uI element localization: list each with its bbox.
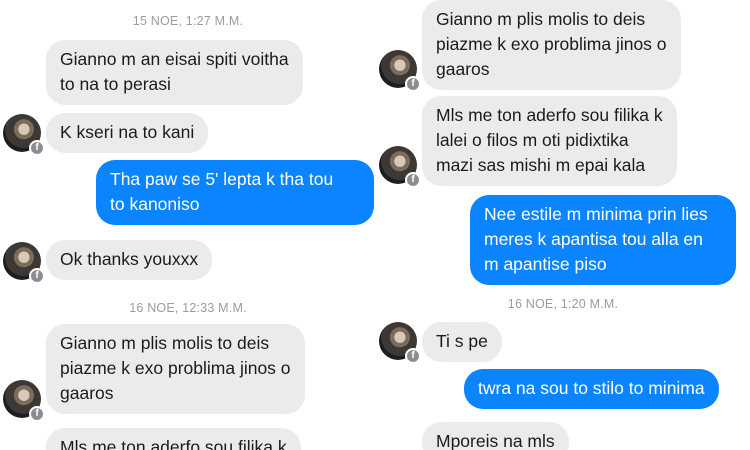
- outgoing-message[interactable]: Tha paw se 5' lepta k tha tou to kanonis…: [96, 160, 374, 225]
- facebook-icon: f: [405, 172, 421, 188]
- avatar[interactable]: f: [3, 380, 45, 422]
- incoming-message[interactable]: Ok thanks youxxx: [46, 240, 213, 280]
- facebook-icon: f: [29, 406, 45, 422]
- facebook-icon: f: [405, 348, 421, 364]
- timestamp: 16 ΝΟΕ, 12:33 Μ.Μ.: [129, 301, 247, 315]
- avatar[interactable]: f: [379, 50, 421, 92]
- chat-panel-right[interactable]: Gianno m plis molis to deis piazme k exo…: [376, 0, 750, 450]
- incoming-message[interactable]: Mls me ton aderfo sou filika k: [46, 428, 301, 450]
- avatar[interactable]: f: [379, 322, 421, 364]
- avatar[interactable]: f: [3, 114, 45, 156]
- avatar[interactable]: f: [3, 242, 45, 284]
- outgoing-message[interactable]: Nee estile m minima prin lies meres k ap…: [470, 195, 736, 285]
- incoming-message[interactable]: Mls me ton aderfo sou filika k lalei o f…: [422, 96, 677, 186]
- timestamp: 16 ΝΟΕ, 1:20 Μ.Μ.: [507, 297, 619, 311]
- facebook-icon: f: [29, 268, 45, 284]
- incoming-message[interactable]: Ti s pe: [422, 322, 502, 362]
- incoming-message[interactable]: Gianno m plis molis to deis piazme k exo…: [46, 324, 305, 414]
- panel-divider: [374, 0, 376, 450]
- incoming-message[interactable]: Mporeis na mls: [422, 422, 569, 450]
- avatar[interactable]: f: [379, 146, 421, 188]
- outgoing-message[interactable]: twra na sou to stilo to minima: [464, 369, 719, 409]
- incoming-message[interactable]: Gianno m plis molis to deis piazme k exo…: [422, 0, 681, 90]
- chat-panel-left[interactable]: 15 ΝΟΕ, 1:27 Μ.Μ. Gianno m an eisai spit…: [0, 0, 376, 450]
- facebook-icon: f: [405, 76, 421, 92]
- incoming-message[interactable]: K kseri na to kani: [46, 113, 209, 153]
- facebook-icon: f: [29, 140, 45, 156]
- timestamp: 15 ΝΟΕ, 1:27 Μ.Μ.: [132, 14, 244, 28]
- incoming-message[interactable]: Gianno m an eisai spiti voitha to na to …: [46, 40, 303, 105]
